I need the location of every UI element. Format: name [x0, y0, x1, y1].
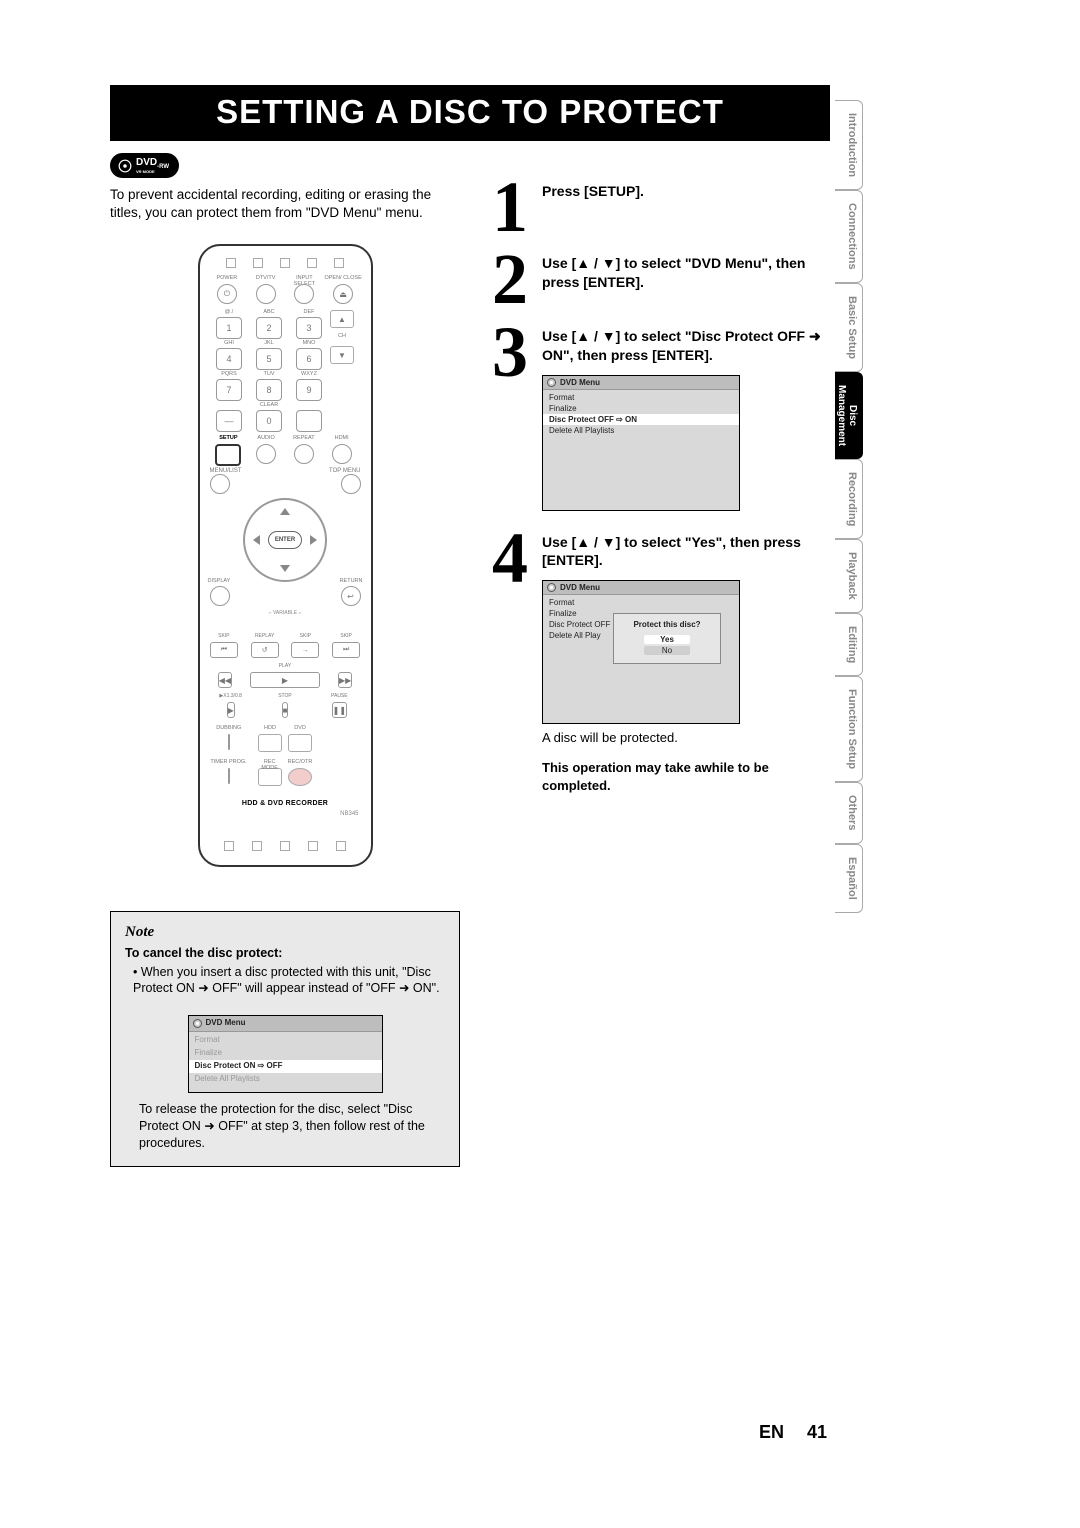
- rewind-icon: ◀◀: [218, 672, 232, 688]
- step-4-note: A disc will be protected.: [542, 730, 823, 745]
- tab-espanol[interactable]: Español: [835, 844, 863, 913]
- step-1-head: Press [SETUP].: [542, 182, 823, 201]
- left-arrow-icon: [253, 535, 260, 545]
- right-column: 1 Press [SETUP]. 2 Use [▲ / ▼] to select…: [488, 160, 823, 794]
- step-number: 3: [488, 327, 532, 511]
- footer-lang: EN: [759, 1422, 784, 1442]
- step-1: 1 Press [SETUP].: [488, 182, 823, 232]
- ch-down-icon: ▼: [330, 346, 354, 364]
- product-label: HDD & DVD RECORDER: [208, 800, 363, 807]
- dialog-yes: Yes: [644, 635, 690, 644]
- step-number: 1: [488, 182, 532, 232]
- replay-icon: ↺: [251, 642, 279, 658]
- disc-icon: [193, 1019, 202, 1028]
- step-2: 2 Use [▲ / ▼] to select "DVD Menu", then…: [488, 254, 823, 304]
- skip-forward-icon: ⏭: [332, 642, 360, 658]
- osd-screenshot-note: DVD Menu Format Finalize Disc Protect ON…: [188, 1015, 383, 1093]
- page-content: SETTING A DISC TO PROTECT DVD-RWVR MODE …: [110, 85, 830, 1167]
- step-number: 2: [488, 254, 532, 304]
- power-button-icon: ⏻: [217, 284, 237, 304]
- pause-icon: ❚❚: [332, 702, 347, 718]
- right-arrow-icon: [310, 535, 317, 545]
- fast-forward-icon: ▶▶: [338, 672, 352, 688]
- tab-playback[interactable]: Playback: [835, 539, 863, 613]
- tab-function-setup[interactable]: Function Setup: [835, 676, 863, 782]
- note-box: Note To cancel the disc protect: When yo…: [110, 911, 460, 1166]
- tab-recording[interactable]: Recording: [835, 459, 863, 539]
- confirm-dialog: Protect this disc? Yes No: [613, 613, 721, 664]
- dvd-rw-badge: DVD-RWVR MODE: [110, 153, 179, 178]
- skip-back-icon: ⏮: [210, 642, 238, 658]
- left-column: To prevent accidental recording, editing…: [110, 178, 460, 1167]
- step-4: 4 Use [▲ / ▼] to select "Yes", then pres…: [488, 533, 823, 795]
- setup-button-icon: [215, 444, 241, 466]
- tab-connections[interactable]: Connections: [835, 190, 863, 283]
- note-title: Note: [125, 922, 445, 942]
- disc-icon: [118, 159, 132, 173]
- step-4-head: Use [▲ / ▼] to select "Yes", then press …: [542, 533, 823, 571]
- disc-icon: [547, 378, 556, 387]
- numeric-keypad: @./1 ABC2 DEF3 GHI4 JKL5 MNO6 PQRS7 TUV8…: [216, 310, 322, 432]
- osd-screenshot-step4: DVD Menu Format Finalize Disc Protect OF…: [542, 580, 740, 724]
- skip-forward-arrow-icon: →: [291, 642, 319, 658]
- tab-disc-management[interactable]: DiscManagement: [835, 372, 863, 459]
- note-bullet: When you insert a disc protected with th…: [133, 964, 445, 998]
- stop-icon: ■: [282, 702, 289, 718]
- page-footer: EN 41: [759, 1422, 827, 1443]
- note-closing: To release the protection for the disc, …: [125, 1101, 445, 1152]
- step-4-warning: This operation may take awhile to be com…: [542, 759, 823, 794]
- tab-others[interactable]: Others: [835, 782, 863, 843]
- return-icon: ↩: [341, 586, 361, 606]
- ch-up-icon: ▲: [330, 310, 354, 328]
- up-arrow-icon: [280, 508, 290, 515]
- d-pad: ENTER DISPLAY RETURN: [208, 496, 363, 584]
- disc-icon: [547, 583, 556, 592]
- page-title: SETTING A DISC TO PROTECT: [110, 85, 830, 141]
- note-subtitle: To cancel the disc protect:: [125, 945, 445, 962]
- enter-button-icon: ENTER: [268, 531, 302, 549]
- tab-basic-setup[interactable]: Basic Setup: [835, 283, 863, 372]
- play-icon: ▶: [250, 672, 320, 688]
- tab-editing[interactable]: Editing: [835, 613, 863, 676]
- down-arrow-icon: [280, 565, 290, 572]
- step-number: 4: [488, 533, 532, 795]
- step-2-head: Use [▲ / ▼] to select "DVD Menu", then p…: [542, 254, 823, 292]
- osd-screenshot-step3: DVD Menu Format Finalize Disc Protect OF…: [542, 375, 740, 511]
- eject-icon: ⏏: [333, 284, 353, 304]
- step-3: 3 Use [▲ / ▼] to select "Disc Protect OF…: [488, 327, 823, 511]
- two-column-layout: To prevent accidental recording, editing…: [110, 178, 830, 1167]
- page-number: 41: [807, 1422, 827, 1442]
- intro-text: To prevent accidental recording, editing…: [110, 186, 460, 222]
- tab-introduction[interactable]: Introduction: [835, 100, 863, 190]
- section-tabs: Introduction Connections Basic Setup Dis…: [835, 100, 863, 913]
- step-3-head: Use [▲ / ▼] to select "Disc Protect OFF …: [542, 327, 823, 365]
- dialog-no: No: [644, 646, 690, 655]
- remote-control-illustration: POWER⏻ DTV/TV INPUT SELECT OPEN/ CLOSE⏏ …: [198, 244, 373, 867]
